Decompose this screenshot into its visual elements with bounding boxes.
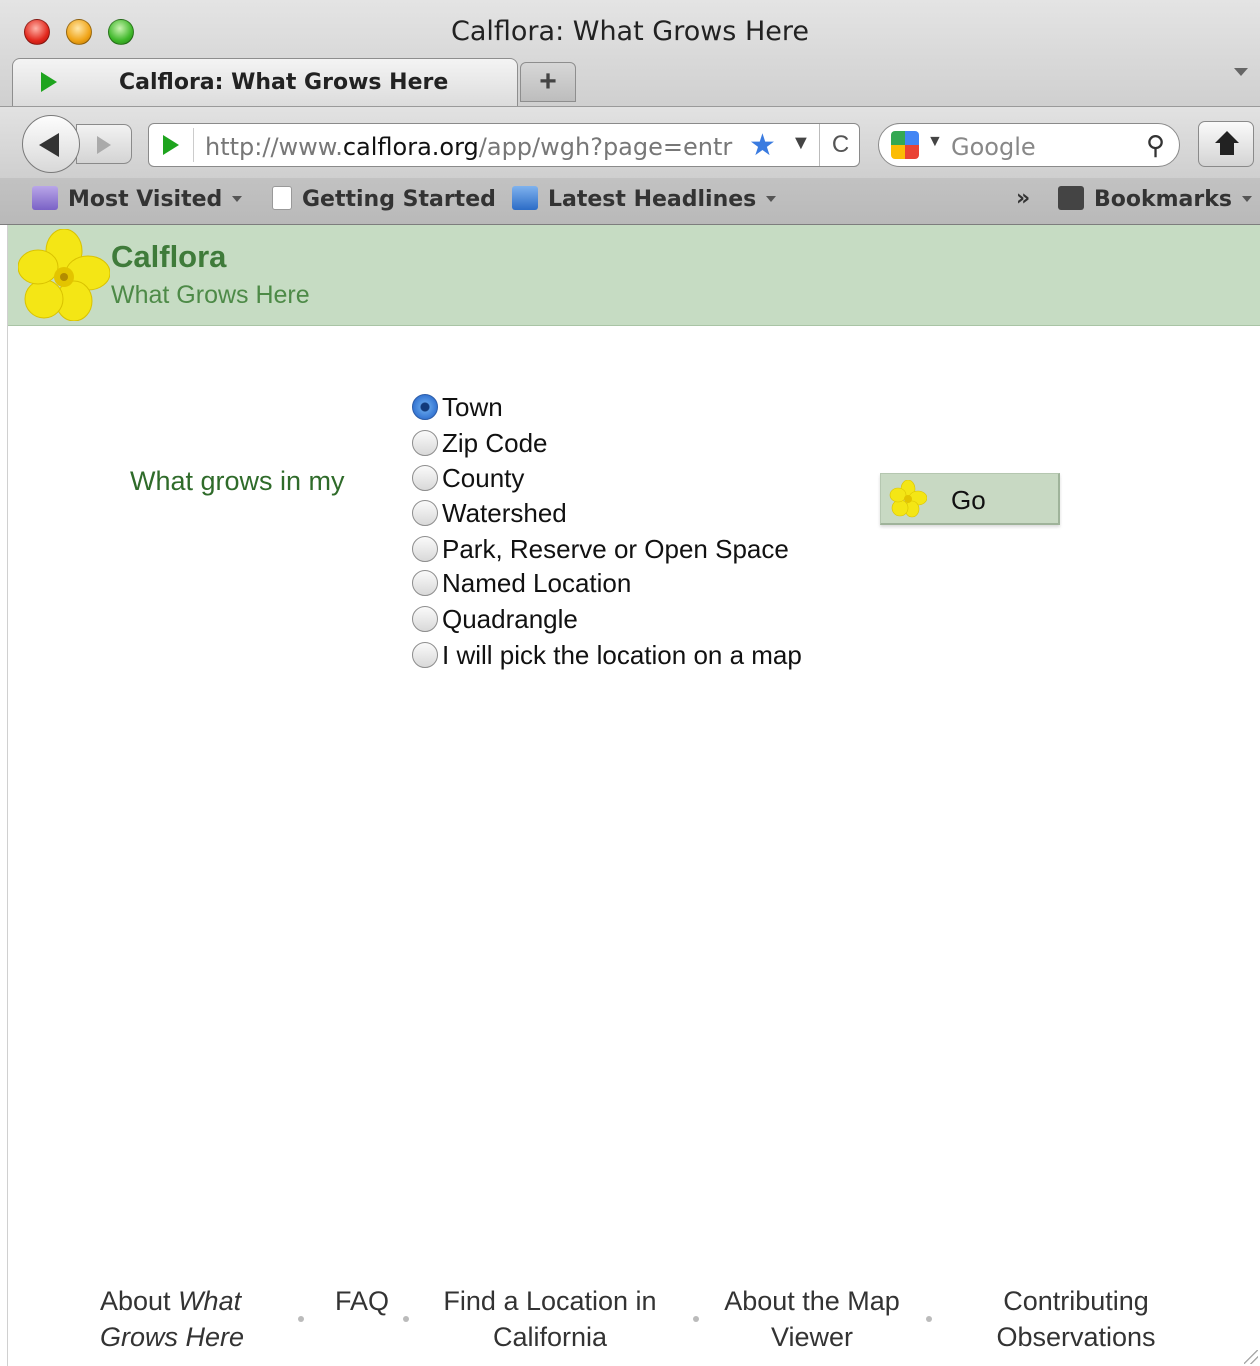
go-button-label: Go [951,485,986,515]
footer-separator-dot [403,1316,409,1322]
page-icon [272,186,292,210]
radio-label[interactable]: Quadrangle [442,604,578,635]
site-header: Calflora What Grows Here [8,225,1260,326]
footer-separator-dot [926,1316,932,1322]
footer-link-find-location[interactable]: Find a Location in California [428,1283,672,1355]
navigation-toolbar: http://www.calflora.org/app/wgh?page=ent… [0,106,1260,178]
footer-contrib-line-1: Contributing [1003,1286,1149,1316]
site-subtitle[interactable]: What Grows Here [111,281,310,310]
flower-icon [889,480,927,518]
form-prompt: What grows in my [130,466,345,496]
tab-label: Calflora: What Grows Here [119,70,449,95]
new-tab-button[interactable]: + [520,62,576,102]
caret-down-icon [1241,196,1252,202]
radio-button[interactable] [412,500,438,526]
radio-button[interactable] [412,570,438,596]
caret-down-icon [766,196,777,202]
forward-button[interactable] [76,124,132,164]
radio-button[interactable] [412,606,438,632]
play-icon [41,72,57,92]
home-button[interactable] [1198,121,1254,167]
most-visited-icon [32,186,58,210]
footer-link-map-viewer[interactable]: About the Map Viewer [710,1283,914,1355]
radio-button[interactable] [412,465,438,491]
footer-separator-dot [298,1316,304,1322]
calflora-flower-logo[interactable] [18,229,110,321]
footer-link-faq[interactable]: FAQ [330,1283,394,1319]
bookmarks-overflow-chevron[interactable]: » [1016,186,1030,211]
url-text[interactable]: http://www.calflora.org/app/wgh?page=ent… [205,133,745,161]
site-identity-icon [163,135,179,155]
footer-find-line-1: Find a Location in [443,1286,657,1316]
url-dropdown-icon[interactable]: ▼ [791,132,811,155]
footer-about-em-1: What [178,1286,242,1316]
go-button[interactable]: Go [880,473,1060,525]
footer-map-line-2: Viewer [770,1322,854,1352]
footer-about-em-2: Grows Here [100,1322,245,1352]
rss-icon [512,186,538,210]
back-button[interactable] [22,115,80,173]
search-icon[interactable]: ⚲ [1146,130,1165,161]
url-path: /app/wgh?page=entr [478,133,733,161]
radio-label[interactable]: Named Location [442,568,631,599]
footer-separator-dot [693,1316,699,1322]
bookmarks-menu-label: Bookmarks [1094,187,1232,212]
browser-chrome: Calflora: What Grows Here Calflora: What… [0,0,1260,225]
site-title[interactable]: Calflora [111,239,226,275]
title-bar: Calflora: What Grows Here [0,0,1260,58]
bookmark-latest-headlines[interactable]: Latest Headlines [512,186,777,212]
window-title: Calflora: What Grows Here [451,16,809,47]
bookmark-star-icon[interactable]: ★ [749,128,776,163]
google-engine-icon[interactable] [891,131,919,159]
footer-find-line-2: California [492,1322,608,1352]
bookmark-most-visited[interactable]: Most Visited [32,186,243,212]
resize-grip-icon[interactable] [1244,1350,1258,1364]
search-bar[interactable]: ▼ Google ⚲ [878,123,1180,167]
bookmarks-star-icon [1058,186,1084,210]
page-left-border [0,225,8,1366]
url-domain: calflora.org [342,133,479,161]
radio-button[interactable] [412,394,438,420]
search-input[interactable]: Google [951,133,1036,161]
footer-contrib-line-2: Observations [996,1322,1156,1352]
search-engine-dropdown-icon[interactable]: ▼ [927,133,943,151]
tab-list-arrow-icon[interactable] [1234,68,1248,76]
bookmarks-toolbar: Most Visited Getting Started Latest Head… [0,178,1260,224]
reload-icon[interactable]: C [819,124,861,166]
footer-link-contributing[interactable]: Contributing Observations [982,1283,1170,1355]
bookmark-label: Getting Started [302,187,496,212]
bookmark-label: Most Visited [68,187,223,212]
footer-link-about[interactable]: About What Grows Here [100,1283,260,1355]
radio-label[interactable]: Watershed [442,498,567,529]
bookmark-label: Latest Headlines [548,187,757,212]
footer-about-prefix: About [100,1286,179,1316]
radio-label[interactable]: I will pick the location on a map [442,640,802,671]
bookmarks-menu[interactable]: Bookmarks [1058,186,1252,212]
url-prefix: http://www. [205,133,343,161]
radio-button[interactable] [412,642,438,668]
bookmark-getting-started[interactable]: Getting Started [272,186,496,212]
caret-down-icon [232,196,243,202]
back-forward-group [22,115,132,173]
address-bar[interactable]: http://www.calflora.org/app/wgh?page=ent… [148,123,860,167]
radio-label[interactable]: Zip Code [442,428,548,459]
radio-button[interactable] [412,430,438,456]
url-separator [193,128,194,162]
radio-label[interactable]: County [442,463,524,494]
browser-tab[interactable]: Calflora: What Grows Here [12,58,518,106]
radio-label[interactable]: Town [442,392,503,423]
radio-button[interactable] [412,536,438,562]
radio-label[interactable]: Park, Reserve or Open Space [442,534,789,565]
footer-map-line-1: About the Map [724,1286,900,1316]
